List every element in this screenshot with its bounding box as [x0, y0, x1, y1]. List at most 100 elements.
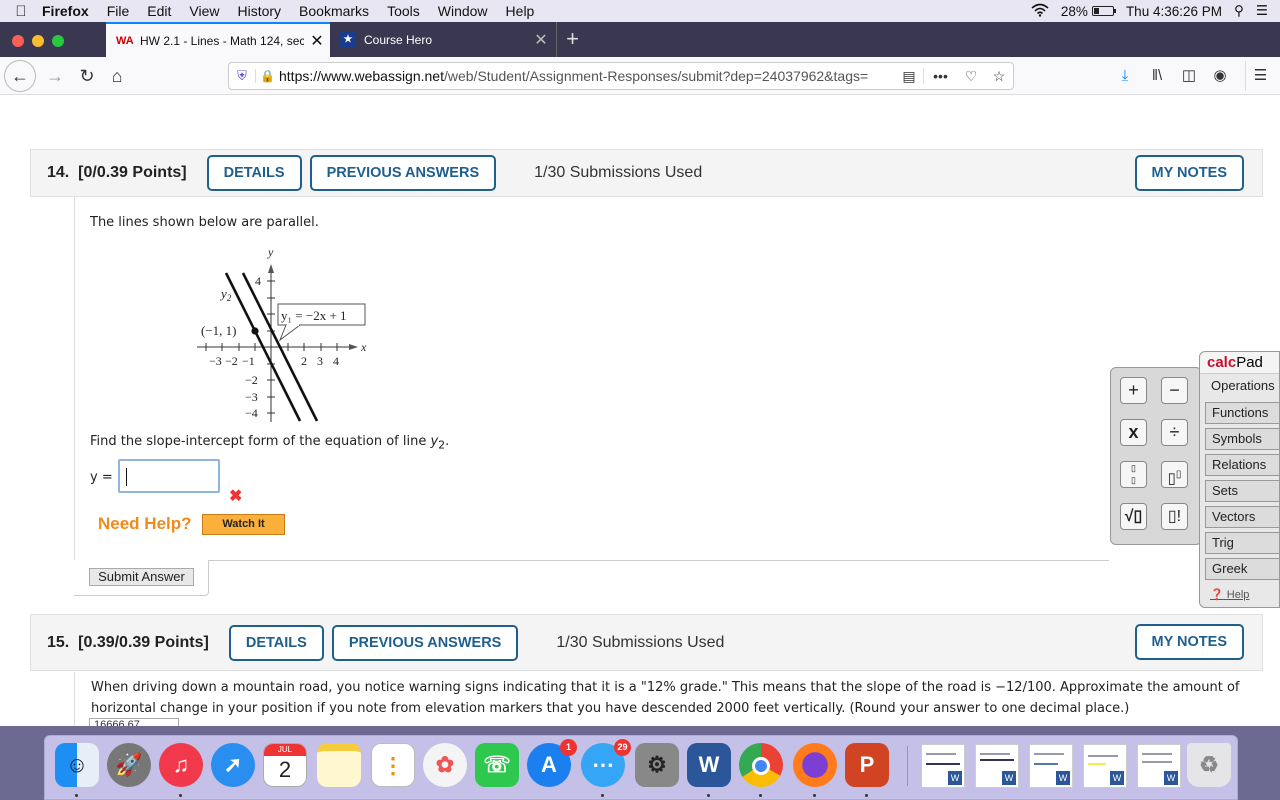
calc-fraction-button[interactable]: ▯ ▯	[1120, 461, 1147, 488]
calc-multiply-button[interactable]: x	[1120, 419, 1147, 446]
menu-file[interactable]: File	[107, 3, 130, 19]
apple-menu-icon[interactable]: 	[0, 3, 42, 20]
parallel-lines-graph: x y −3 −2 −1 2 3 4 4 −2 −3 −4 (−1, 1) y2…	[197, 245, 367, 422]
word-document-thumbnail[interactable]: W	[1137, 744, 1181, 788]
y-tick-label: 4	[255, 274, 261, 288]
zoom-window-button[interactable]	[52, 35, 64, 47]
menu-help[interactable]: Help	[506, 3, 535, 19]
calcpad-tab-operations[interactable]: Operations	[1205, 376, 1279, 398]
calc-plus-button[interactable]: +	[1120, 377, 1147, 404]
watch-it-button[interactable]: Watch It	[202, 514, 285, 535]
hamburger-menu-icon[interactable]: ☰	[1245, 61, 1275, 91]
my-notes-button[interactable]: MY NOTES	[1134, 624, 1244, 660]
finder-icon[interactable]: ☺	[55, 743, 99, 787]
minimize-window-button[interactable]	[32, 35, 44, 47]
menu-edit[interactable]: Edit	[147, 3, 171, 19]
wifi-icon[interactable]	[1031, 3, 1049, 20]
calcpad-tab-vectors[interactable]: Vectors	[1205, 506, 1279, 528]
menu-view[interactable]: View	[189, 3, 219, 19]
calc-power-button[interactable]: ▯▯	[1161, 461, 1188, 488]
word-document-thumbnail[interactable]: W	[1083, 744, 1127, 788]
app-store-badge: 1	[560, 739, 577, 756]
reminders-icon[interactable]: ⋮	[371, 743, 415, 787]
submit-answer-button[interactable]: Submit Answer	[89, 568, 194, 586]
page-actions-icon[interactable]: •••	[923, 68, 957, 84]
line-y1-label: y₁ = −2x + 1	[281, 308, 347, 323]
calcpad-tab-sets[interactable]: Sets	[1205, 480, 1279, 502]
spotlight-icon[interactable]: ⚲	[1234, 3, 1244, 19]
menu-history[interactable]: History	[237, 3, 281, 19]
question-intro: The lines shown below are parallel.	[90, 215, 319, 230]
lock-icon[interactable]: 🔒	[255, 69, 275, 83]
tab-webassign[interactable]: WA HW 2.1 - Lines - Math 124, section ✕	[106, 22, 330, 57]
calc-minus-button[interactable]: −	[1161, 377, 1188, 404]
library-icon[interactable]: ‖\	[1142, 61, 1172, 91]
firefox-icon[interactable]	[793, 743, 837, 787]
running-indicator	[179, 794, 182, 797]
clock[interactable]: Thu 4:36:26 PM	[1126, 4, 1222, 19]
my-notes-button[interactable]: MY NOTES	[1134, 155, 1244, 191]
forward-button[interactable]: →	[40, 61, 70, 91]
running-indicator	[813, 794, 816, 797]
mac-menubar:  Firefox File Edit View History Bookmar…	[0, 0, 1280, 22]
answer-input[interactable]	[118, 459, 220, 493]
word-icon[interactable]: W	[687, 743, 731, 787]
x-axis-arrow	[349, 344, 358, 350]
calcpad-tab-relations[interactable]: Relations	[1205, 454, 1279, 476]
safari-icon[interactable]: ➚	[211, 743, 255, 787]
powerpoint-icon[interactable]: P	[845, 743, 889, 787]
calcpad-operations-panel: + − x ÷ ▯ ▯ ▯▯ √▯ ▯!	[1110, 367, 1202, 545]
previous-answers-button[interactable]: PREVIOUS ANSWERS	[331, 624, 519, 661]
tracking-shield-icon[interactable]: ⛨	[229, 68, 255, 84]
menu-window[interactable]: Window	[438, 3, 488, 19]
chrome-icon[interactable]	[739, 743, 783, 787]
menu-app-name[interactable]: Firefox	[42, 3, 89, 19]
pocket-icon[interactable]: ♡	[957, 68, 985, 85]
calcpad-tab-functions[interactable]: Functions	[1205, 402, 1279, 424]
reload-button[interactable]: ↻	[72, 61, 102, 91]
url-bar[interactable]: ⛨ 🔒 https://www.webassign.net/web/Studen…	[228, 62, 1014, 90]
url-text[interactable]: https://www.webassign.net/web/Student/As…	[279, 68, 895, 84]
menu-tools[interactable]: Tools	[387, 3, 420, 19]
calendar-icon[interactable]: JUL 2	[263, 743, 307, 787]
word-document-thumbnail[interactable]: W	[1029, 744, 1073, 788]
x-tick-label: −1	[242, 354, 255, 368]
tab-course-hero[interactable]: ★ Course Hero ✕	[330, 22, 554, 57]
calcpad-tab-trig[interactable]: Trig	[1205, 532, 1279, 554]
messages-icon[interactable]: ⋯ 29	[581, 739, 631, 787]
launchpad-icon[interactable]: 🚀	[107, 743, 151, 787]
new-tab-button[interactable]: +	[556, 22, 588, 57]
trash-icon[interactable]: ♻	[1187, 743, 1231, 787]
system-preferences-icon[interactable]: ⚙	[635, 743, 679, 787]
details-button[interactable]: DETAILS	[228, 624, 324, 661]
calcpad-tab-greek[interactable]: Greek	[1205, 558, 1279, 580]
bookmark-star-icon[interactable]: ☆	[985, 68, 1013, 85]
downloads-icon[interactable]: ⤓	[1110, 61, 1140, 91]
reader-view-icon[interactable]: ▤	[895, 68, 923, 85]
submissions-used: 1/30 Submissions Used	[556, 633, 725, 651]
calc-factorial-button[interactable]: ▯!	[1161, 503, 1188, 530]
word-document-thumbnail[interactable]: W	[975, 744, 1019, 788]
details-button[interactable]: DETAILS	[206, 155, 302, 191]
calcpad-help-link[interactable]: ❓ Help	[1210, 588, 1279, 601]
back-button[interactable]: ←	[4, 60, 36, 92]
close-tab-icon[interactable]: ✕	[304, 31, 330, 51]
account-icon[interactable]: ◉	[1205, 61, 1235, 91]
notification-center-icon[interactable]: ☰	[1256, 3, 1268, 19]
photos-icon[interactable]: ✿	[423, 743, 467, 787]
battery-icon[interactable]	[1091, 6, 1116, 16]
calcpad-tab-symbols[interactable]: Symbols	[1205, 428, 1279, 450]
calc-sqrt-button[interactable]: √▯	[1120, 503, 1147, 530]
app-store-icon[interactable]: A1	[527, 739, 577, 787]
music-icon[interactable]: ♫	[159, 743, 203, 787]
sidebar-icon[interactable]: ◫	[1174, 61, 1204, 91]
notes-icon[interactable]	[317, 743, 361, 787]
menu-bookmarks[interactable]: Bookmarks	[299, 3, 369, 19]
calc-divide-button[interactable]: ÷	[1161, 419, 1188, 446]
close-tab-icon[interactable]: ✕	[528, 30, 554, 50]
facetime-icon[interactable]: ☏	[475, 743, 519, 787]
previous-answers-button[interactable]: PREVIOUS ANSWERS	[309, 155, 497, 191]
home-button[interactable]: ⌂	[102, 61, 132, 91]
close-window-button[interactable]	[12, 35, 24, 47]
word-document-thumbnail[interactable]: W	[921, 744, 965, 788]
